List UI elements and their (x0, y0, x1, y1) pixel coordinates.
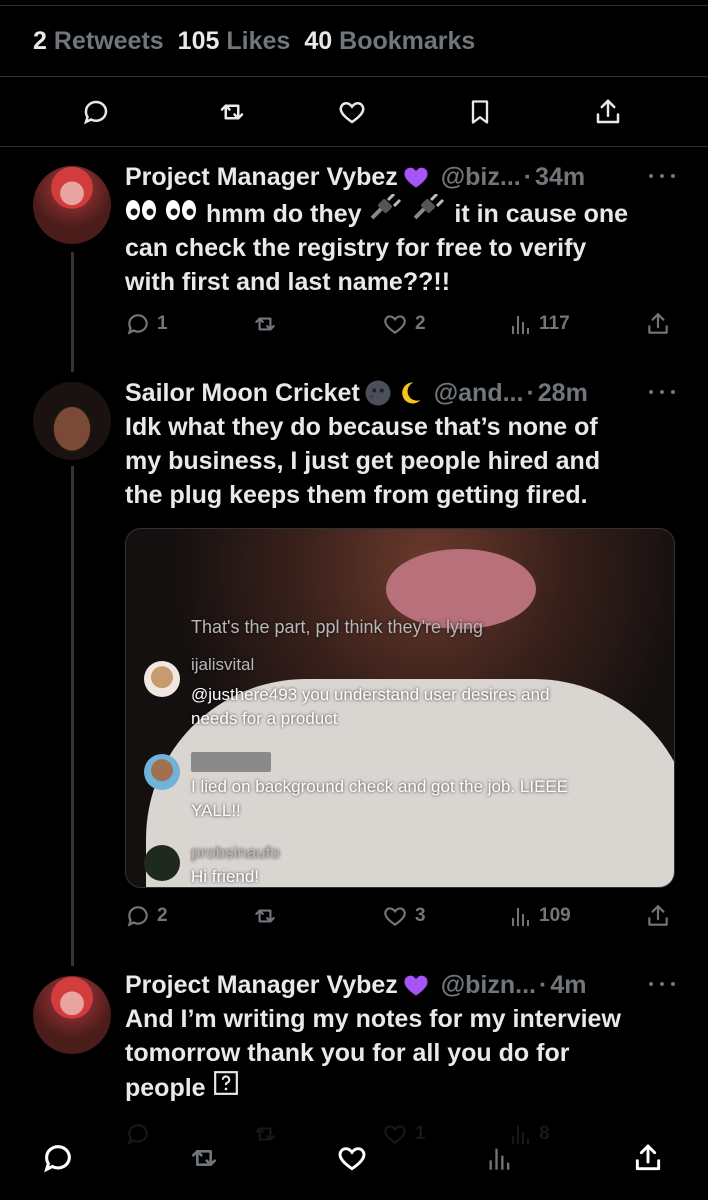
tweet-text-line: can check the registry for free to verif… (125, 234, 587, 262)
likes-stat[interactable]: 105 Likes (178, 27, 291, 56)
retweet-button[interactable] (251, 898, 279, 934)
bookmarks-count: 40 (304, 26, 333, 55)
reply-tweet[interactable]: Project Manager Vybez @biz... · 34m hmm … (0, 160, 708, 370)
reply-count: 1 (157, 313, 168, 334)
share-icon[interactable] (628, 1138, 668, 1178)
tweet-text: And I’m writing my notes for my intervie… (125, 1002, 680, 1105)
handle[interactable]: @bizn... (441, 971, 536, 1000)
engagement-stats: 2 Retweets 105 Likes 40 Bookmarks (33, 24, 475, 58)
retweet-button[interactable] (251, 306, 279, 342)
top-divider (0, 5, 708, 6)
likes-label: Likes (226, 26, 291, 55)
like-button[interactable]: 3 (381, 898, 426, 934)
view-count: 117 (539, 313, 570, 334)
separator-dot: · (526, 378, 535, 407)
retweets-count: 2 (33, 26, 47, 55)
comment-text: needs for a product (191, 709, 338, 728)
comment-text: YALL!! (191, 801, 241, 820)
media-image[interactable]: That's the part, ppl think they're lying… (125, 528, 675, 888)
video-caption: That's the part, ppl think they're lying (191, 617, 484, 637)
share-button[interactable] (645, 306, 671, 342)
comment-text: @justhere493 you understand user desires… (191, 685, 550, 704)
views-button[interactable]: 117 (509, 306, 570, 342)
bottom-action-bar (0, 1120, 708, 1200)
tweet-text-part: hmm do they (205, 200, 362, 228)
views-button[interactable]: 109 (509, 898, 571, 934)
reply-icon[interactable] (78, 94, 114, 130)
separator-dot: · (538, 970, 548, 999)
comment-username: ijalisvital (191, 655, 255, 674)
tweet-metrics: 2 3 109 (125, 898, 674, 934)
likes-count: 105 (177, 26, 220, 55)
like-count: 2 (415, 313, 426, 334)
like-count: 3 (415, 905, 426, 926)
reply-tweet[interactable]: Project Manager Vybez @bizn... · 4m And … (0, 968, 708, 1118)
redacted-username (191, 752, 271, 772)
action-divider (0, 146, 708, 147)
tweet-text-line: people (125, 1074, 206, 1102)
tweet-text-line: the plug keeps them from getting fired. (125, 481, 588, 509)
tweet-text-line: my business, I just get people hired and (125, 447, 601, 475)
view-count: 109 (539, 905, 571, 926)
comment-text: I lied on background check and got the j… (191, 777, 569, 796)
reply-button[interactable]: 2 (125, 898, 168, 934)
avatar[interactable] (33, 976, 111, 1054)
share-button[interactable] (645, 898, 671, 934)
handle[interactable]: @and... (434, 379, 524, 408)
retweet-icon[interactable] (184, 1138, 224, 1178)
retweets-label: Retweets (53, 26, 164, 55)
stats-divider (0, 76, 708, 77)
display-name[interactable]: Project Manager Vybez (125, 971, 398, 1000)
views-icon[interactable] (480, 1138, 520, 1178)
tweet-text-part: it in cause one (454, 200, 629, 228)
timestamp[interactable]: 34m (535, 163, 585, 192)
purple-heart-icon (401, 163, 431, 191)
avatar[interactable] (33, 166, 111, 244)
comment-text: Hi friend! (191, 867, 260, 886)
unknown-glyph-icon (213, 1071, 239, 1102)
comment-avatar (144, 845, 180, 881)
eyes-icon (125, 200, 199, 228)
timestamp[interactable]: 28m (538, 379, 588, 408)
bookmarks-stat[interactable]: 40 Bookmarks (304, 27, 475, 56)
bookmarks-label: Bookmarks (339, 26, 476, 55)
reply-button[interactable]: 1 (125, 306, 168, 342)
tweet-text: Idk what they do because that’s none of … (125, 410, 680, 512)
timestamp[interactable]: 4m (550, 971, 586, 1000)
avatar[interactable] (33, 382, 111, 460)
tweet-text: hmm do they it in cause one can check th… (125, 192, 680, 299)
tweet-text-line: Idk what they do because that’s none of (125, 413, 598, 441)
more-icon[interactable] (649, 168, 675, 184)
separator-dot: · (523, 162, 533, 191)
display-name[interactable]: Project Manager Vybez (125, 163, 398, 192)
purple-heart-icon (401, 971, 431, 999)
retweets-stat[interactable]: 2 Retweets (33, 27, 164, 56)
display-name[interactable]: Sailor Moon Cricket (125, 379, 360, 408)
bookmark-icon[interactable] (462, 94, 498, 130)
like-button[interactable]: 2 (381, 306, 426, 342)
more-icon[interactable] (649, 976, 675, 992)
like-icon[interactable] (332, 1138, 372, 1178)
crescent-moon-icon (396, 378, 424, 408)
reply-count: 2 (157, 905, 168, 926)
retweet-icon[interactable] (214, 94, 250, 130)
handle[interactable]: @biz... (441, 163, 521, 192)
share-icon[interactable] (590, 94, 626, 130)
like-icon[interactable] (334, 94, 370, 130)
tweet-metrics: 1 2 117 (125, 306, 674, 342)
tweet-text-line: And I’m writing my notes for my intervie… (125, 1005, 621, 1033)
new-moon-face-icon (363, 378, 393, 408)
plug-icon (411, 192, 447, 228)
plug-icon (368, 192, 404, 228)
comment-username: probsinaufo (191, 843, 280, 862)
tweet-text-line: with first and last name??!! (125, 268, 451, 296)
comment-avatar (144, 754, 180, 790)
tweet-text-line: tomorrow thank you for all you do for (125, 1039, 570, 1067)
comment-avatar (144, 661, 180, 697)
main-tweet-actions (0, 88, 708, 136)
more-icon[interactable] (649, 384, 675, 400)
reply-icon[interactable] (38, 1138, 78, 1178)
